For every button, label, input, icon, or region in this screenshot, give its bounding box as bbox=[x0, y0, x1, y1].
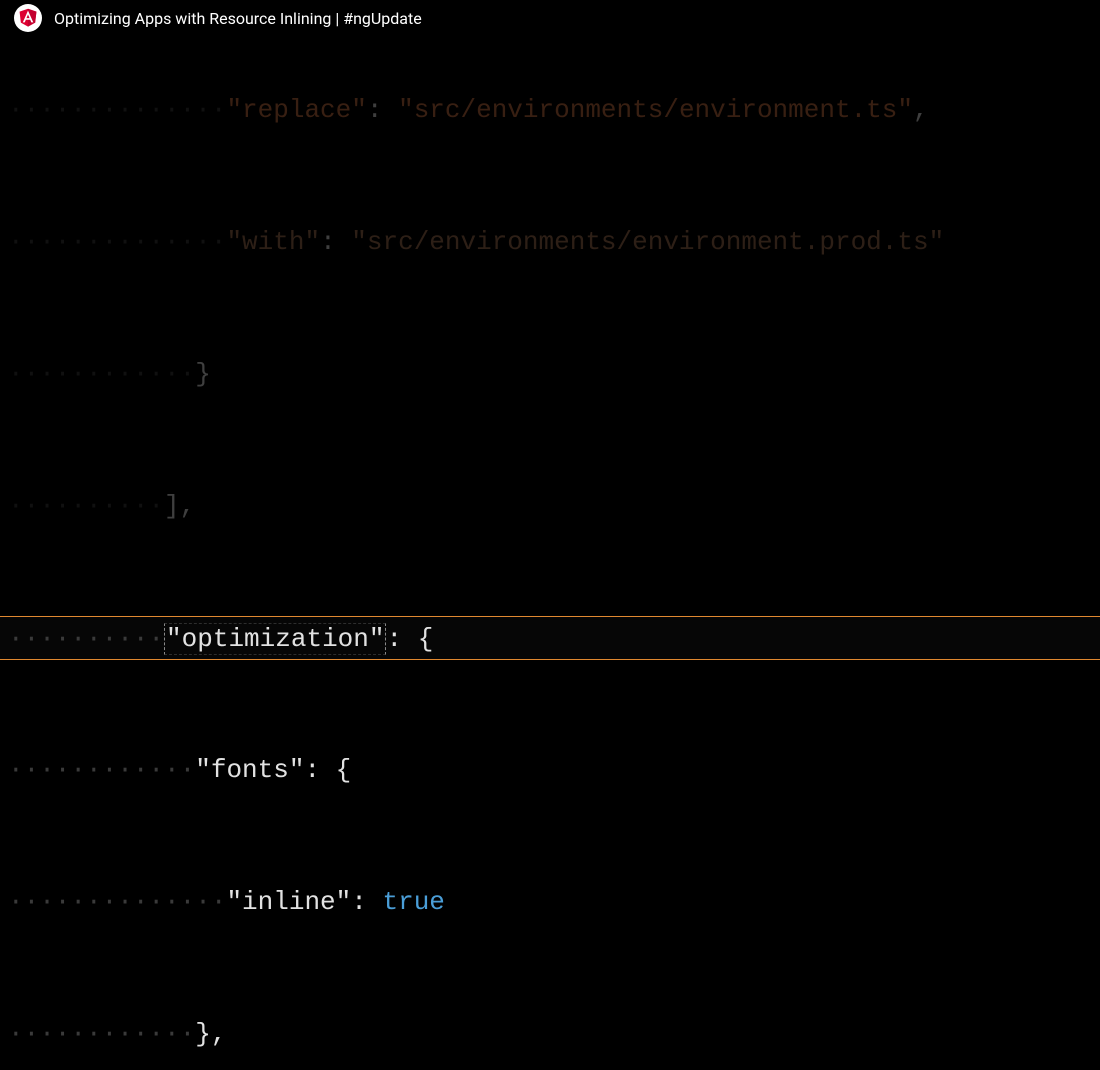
angular-logo-icon bbox=[14, 4, 42, 32]
code-line: ··············"inline": true bbox=[0, 880, 1100, 924]
code-line: ············}, bbox=[0, 1012, 1100, 1056]
video-header: Optimizing Apps with Resource Inlining |… bbox=[0, 0, 1100, 36]
code-line: ············"fonts": { bbox=[0, 748, 1100, 792]
code-line: ··········], bbox=[0, 484, 1100, 528]
code-line: ············} bbox=[0, 352, 1100, 396]
code-line-highlighted: ··········"optimization": { bbox=[0, 616, 1100, 660]
video-title: Optimizing Apps with Resource Inlining |… bbox=[54, 9, 422, 28]
code-line: ··············"with": "src/environments/… bbox=[0, 220, 1100, 264]
code-line: ··············"replace": "src/environmen… bbox=[0, 88, 1100, 132]
code-editor[interactable]: ··············"replace": "src/environmen… bbox=[0, 0, 1100, 535]
